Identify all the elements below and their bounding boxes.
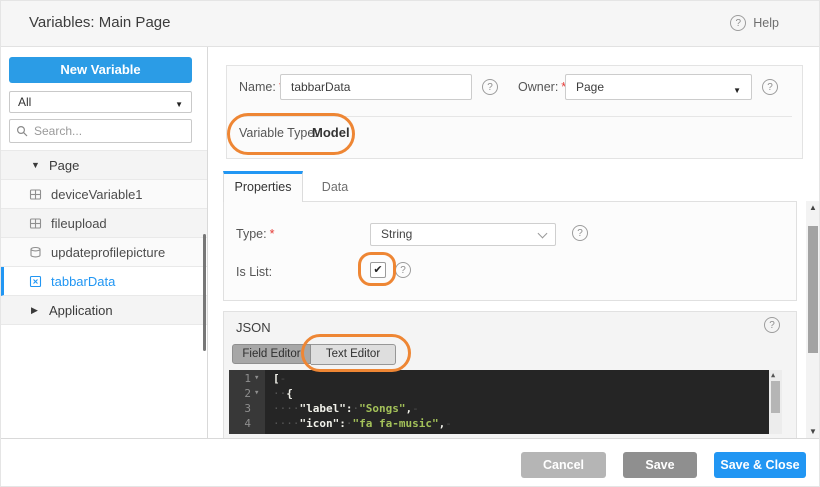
new-variable-button[interactable]: New Variable [9, 57, 192, 83]
scroll-up-icon[interactable]: ▲ [771, 371, 775, 379]
save-button[interactable]: Save [623, 452, 697, 478]
tree-group-page[interactable]: ▼ Page [1, 151, 207, 180]
sidebar-scrollbar[interactable] [203, 234, 206, 351]
name-label: Name:* [239, 80, 284, 94]
page-title: Variables: Main Page [29, 14, 171, 31]
variable-tree: ▼ Page deviceVariable1 fileupload update… [1, 150, 207, 325]
dialog-footer: Cancel Save Save & Close [1, 438, 819, 486]
code-line: 4 ····"icon":·"fa fa-music",- [229, 416, 769, 431]
fold-icon[interactable]: ▾ [254, 371, 259, 386]
scroll-up-icon[interactable]: ▲ [809, 203, 817, 212]
fold-icon[interactable]: ▾ [254, 386, 259, 401]
variables-dialog: Variables: Main Page ? Help New Variable… [0, 0, 820, 487]
line-number: 2 [244, 387, 251, 400]
model-variable-icon [29, 275, 42, 288]
save-and-close-button[interactable]: Save & Close [714, 452, 806, 478]
tree-item-fileupload[interactable]: fileupload [1, 209, 207, 238]
tab-data[interactable]: Data [306, 173, 364, 201]
tree-group-label: Application [49, 303, 113, 318]
properties-panel: Type: * String ? Is List: ✔ ? [223, 201, 797, 301]
tree-item-label: tabbarData [51, 274, 116, 289]
tree-item-label: deviceVariable1 [51, 187, 143, 202]
tree-item-updateprofilepicture[interactable]: updateprofilepicture [1, 238, 207, 267]
owner-label: Owner: * [518, 80, 567, 94]
tree-group-label: Page [49, 158, 80, 173]
name-field[interactable] [280, 74, 472, 100]
editor-scrollbar[interactable]: ▲ [769, 370, 782, 434]
type-selected-value: String [381, 227, 413, 241]
tab-properties[interactable]: Properties [223, 171, 303, 202]
type-select[interactable]: String [370, 223, 556, 246]
type-help-icon[interactable]: ? [572, 225, 588, 241]
caret-down-icon: ▼ [175, 100, 183, 109]
line-number: 1 [244, 372, 251, 385]
name-help-icon[interactable]: ? [482, 79, 498, 95]
is-list-help-icon[interactable]: ? [395, 262, 411, 278]
variable-type-label: Variable Type: [239, 126, 318, 140]
chevron-down-icon [537, 228, 548, 239]
editor-scrollbar-thumb[interactable] [771, 381, 780, 413]
tree-item-label: updateprofilepicture [51, 245, 166, 260]
content-scrollbar-thumb[interactable] [808, 226, 818, 353]
device-variable-icon [29, 189, 42, 200]
cancel-button[interactable]: Cancel [521, 452, 606, 478]
caret-down-icon: ▼ [733, 86, 741, 95]
caret-right-icon: ▶ [31, 305, 38, 315]
search-input[interactable] [34, 121, 184, 141]
variable-search [9, 119, 192, 143]
line-number: 3 [244, 402, 251, 415]
json-section-title: JSON [236, 320, 271, 335]
tree-group-application[interactable]: ▶ Application [1, 296, 207, 325]
help-button[interactable]: ? Help [730, 15, 779, 31]
field-editor-button[interactable]: Field Editor [232, 344, 311, 364]
is-list-label: Is List: [236, 265, 273, 279]
json-section: JSON ? Field Editor Text Editor 1 ▾ [- 2… [223, 311, 797, 438]
text-editor-button[interactable]: Text Editor [311, 344, 396, 365]
owner-help-icon[interactable]: ? [762, 79, 778, 95]
divider [239, 116, 792, 117]
help-icon: ? [730, 15, 747, 31]
type-label: Type: * [236, 227, 275, 241]
required-asterisk: * [269, 227, 275, 241]
tree-item-tabbardata[interactable]: tabbarData [1, 267, 207, 296]
content-scrollbar[interactable]: ▲ ▼ [806, 201, 819, 438]
variable-summary-panel: Name:* ? Owner:* Page ▼ ? Variable Type:… [226, 65, 803, 159]
is-list-checkbox[interactable]: ✔ [370, 262, 386, 278]
editor-mode-toggle: Field Editor Text Editor [232, 344, 396, 365]
owner-selected-value: Page [576, 80, 605, 94]
help-label: Help [753, 16, 779, 30]
search-icon [16, 125, 28, 137]
caret-down-icon: ▼ [31, 160, 40, 170]
variable-filter-select[interactable]: All ▼ [9, 91, 192, 113]
filter-selected-value: All [18, 95, 32, 109]
scroll-down-icon[interactable]: ▼ [809, 427, 817, 436]
tree-item-label: fileupload [51, 216, 107, 231]
code-line: 3 ····"label":·"Songs",- [229, 401, 769, 416]
dialog-header: Variables: Main Page ? Help [1, 1, 819, 47]
json-help-icon[interactable]: ? [764, 317, 780, 333]
device-variable-icon [29, 218, 42, 229]
tree-item-devicevariable1[interactable]: deviceVariable1 [1, 180, 207, 209]
variable-type-value: Model [312, 125, 350, 140]
owner-select[interactable]: Page ▼ [565, 74, 752, 100]
code-line: 1 ▾ [- [229, 371, 769, 386]
code-line: 2 ▾ ··{ [229, 386, 769, 401]
line-number: 4 [244, 417, 251, 430]
json-text-editor[interactable]: 1 ▾ [- 2 ▾ ··{ 3 ····"label":·"Songs",- … [229, 370, 782, 434]
variables-sidebar: New Variable All ▼ ▼ Page [1, 47, 208, 486]
service-variable-icon [30, 246, 41, 258]
